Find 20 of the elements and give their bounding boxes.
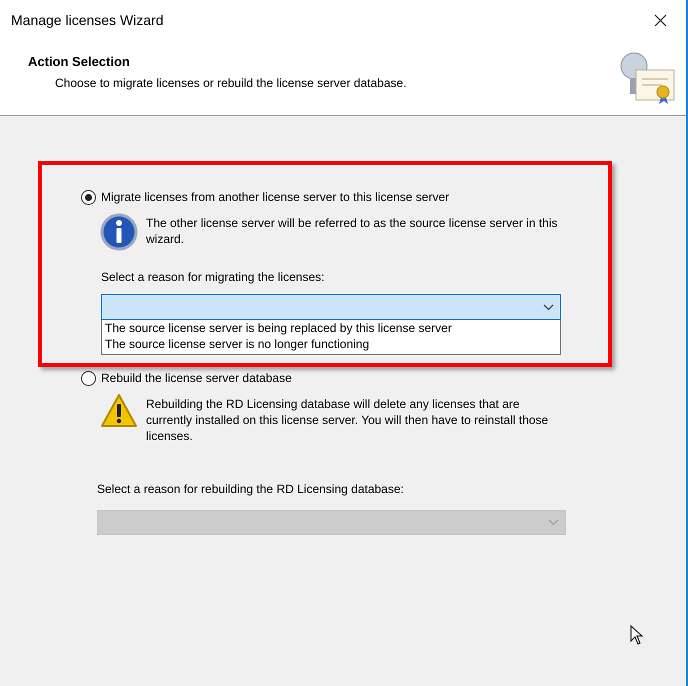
reason-label: Select a reason for migrating the licenses: xyxy=(100,269,326,286)
page-subtitle: Choose to migrate licenses or rebuild the license server database. xyxy=(54,74,407,92)
close-icon xyxy=(654,14,666,26)
info-icon xyxy=(100,212,138,252)
reason-dropdown[interactable] xyxy=(101,294,561,320)
radio-button[interactable] xyxy=(81,370,96,386)
dropdown-option[interactable]: The source license server is being replaced by this license server xyxy=(105,320,560,336)
page-heading: Action Selection xyxy=(28,53,131,71)
chevron-down-icon xyxy=(548,519,559,526)
radio-button[interactable] xyxy=(81,190,96,204)
dropdown-option[interactable]: The source license server is no longer functioning xyxy=(105,336,560,352)
window-title: Manage licenses Wizard xyxy=(11,10,164,30)
radio-label: Rebuild the license server database xyxy=(101,370,292,387)
reason-label: Select a reason for rebuilding the RD Licensing database: xyxy=(96,481,405,498)
warning-icon xyxy=(100,393,138,429)
chevron-down-icon xyxy=(543,304,554,310)
radio-label: Migrate licenses from another license server to this license server xyxy=(101,189,450,206)
note-text: The other license server will be referred to as the source license server in this wizard. xyxy=(146,215,559,247)
mouse-cursor-icon xyxy=(630,625,644,645)
note-text: Rebuilding the RD Licensing database will delete any licenses that are currently installed on this license server. You will then have to reinstall those licenses. xyxy=(146,396,550,444)
